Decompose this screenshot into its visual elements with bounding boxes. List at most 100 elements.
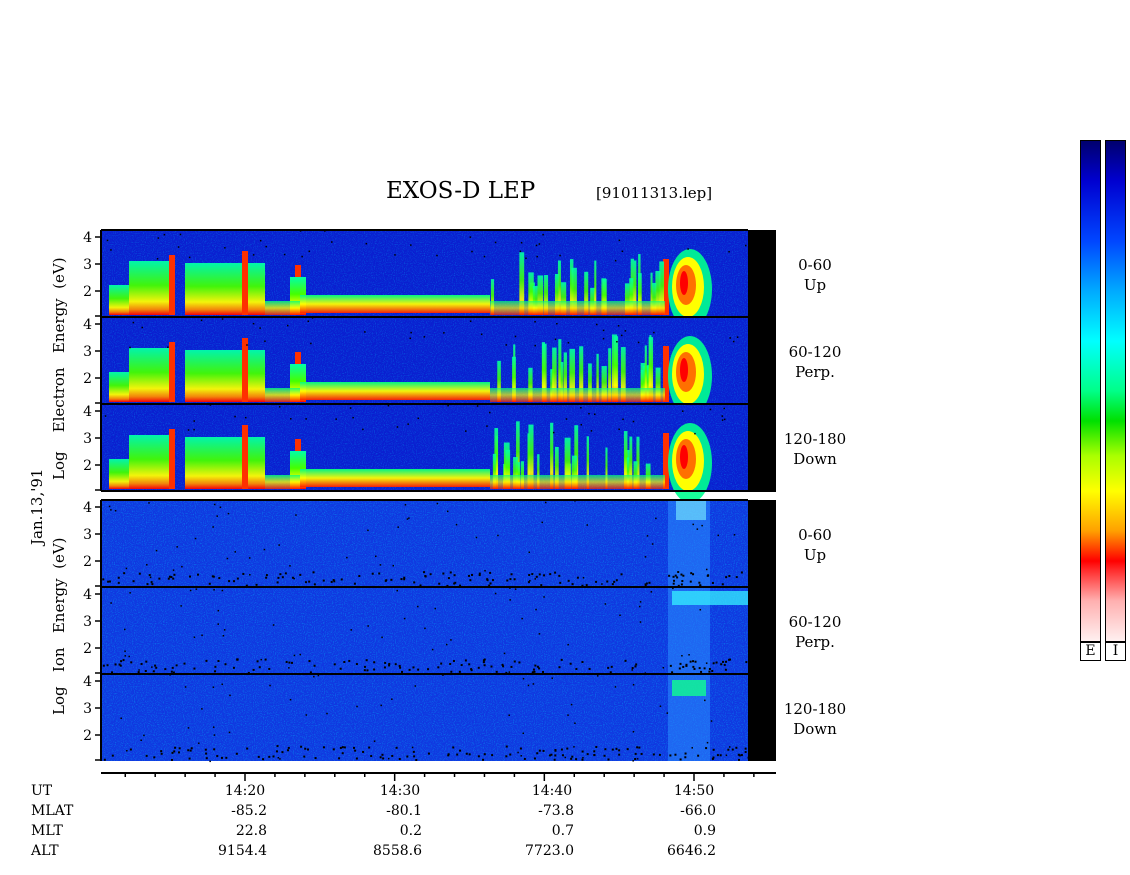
data-dropout	[708, 670, 711, 673]
y-tick-label: 4	[83, 587, 92, 603]
data-dropout	[417, 417, 420, 420]
y-tick-label: 3	[83, 614, 92, 630]
y-tick-label: 3	[83, 431, 92, 447]
data-dropout	[171, 751, 174, 754]
data-dropout	[213, 503, 216, 506]
data-dropout	[125, 567, 128, 570]
data-dropout	[212, 526, 214, 528]
ephemeris-value-alt: 6646.2	[667, 843, 716, 859]
data-dropout	[276, 581, 279, 584]
y-tick-label: 3	[83, 701, 92, 717]
data-dropout	[442, 572, 445, 575]
data-dropout	[538, 749, 541, 752]
data-dropout	[200, 319, 203, 322]
y-tick-label: 2	[83, 728, 92, 744]
data-dropout	[205, 757, 208, 760]
data-dropout	[536, 752, 539, 755]
data-dropout	[489, 411, 491, 414]
data-dropout	[277, 756, 280, 759]
data-dropout	[332, 579, 335, 582]
data-dropout	[458, 670, 461, 673]
panel-no-data	[748, 674, 776, 761]
data-dropout	[689, 580, 692, 583]
data-dropout	[723, 663, 726, 666]
data-dropout	[576, 576, 579, 579]
data-dropout	[106, 664, 109, 667]
data-dropout	[508, 714, 510, 716]
data-dropout	[149, 576, 152, 579]
data-dropout	[264, 340, 266, 342]
data-dropout	[738, 754, 741, 757]
data-dropout	[284, 572, 287, 575]
data-dropout	[303, 755, 306, 758]
data-dropout	[388, 662, 391, 665]
data-dropout	[242, 572, 245, 575]
data-dropout	[195, 588, 198, 590]
data-dropout	[152, 670, 155, 673]
data-dropout	[443, 332, 445, 334]
electron-colorbar	[1080, 140, 1101, 642]
data-dropout	[216, 515, 218, 517]
data-dropout	[697, 754, 700, 757]
electron-low-energy-band	[300, 469, 490, 487]
data-dropout	[653, 331, 655, 334]
data-dropout	[509, 753, 512, 756]
data-dropout	[236, 577, 239, 580]
direction-label: Perp.	[795, 633, 835, 651]
data-dropout	[126, 749, 128, 752]
data-dropout	[411, 746, 414, 749]
data-dropout	[744, 751, 747, 754]
data-dropout	[143, 734, 145, 737]
panel-no-data	[748, 500, 776, 587]
y-tick-label: 2	[83, 284, 92, 300]
data-dropout	[569, 662, 572, 665]
data-dropout	[536, 255, 538, 258]
data-dropout	[593, 753, 596, 756]
data-dropout	[602, 329, 605, 332]
data-dropout	[145, 660, 148, 663]
data-dropout	[187, 749, 190, 752]
data-dropout	[616, 340, 618, 343]
data-dropout	[174, 746, 177, 749]
data-dropout	[313, 675, 315, 678]
data-dropout	[614, 259, 617, 262]
data-dropout	[639, 601, 642, 603]
data-dropout	[450, 670, 453, 673]
data-dropout	[712, 748, 715, 751]
data-dropout	[520, 241, 523, 244]
panel-electron-down: 4 3 2 120-180 Down	[83, 403, 846, 503]
data-dropout	[431, 648, 434, 651]
data-dropout	[338, 757, 341, 760]
data-dropout	[556, 322, 558, 325]
data-dropout	[639, 621, 642, 623]
ion-label-log: Log	[50, 686, 68, 715]
data-dropout	[330, 580, 333, 583]
data-dropout	[383, 666, 386, 669]
data-dropout	[468, 574, 471, 577]
data-dropout	[287, 746, 290, 749]
data-dropout	[523, 757, 526, 760]
ephemeris-value-mlt: 0.2	[400, 823, 422, 839]
data-dropout	[453, 574, 456, 577]
electron-label-energy: Energy	[50, 298, 68, 354]
data-dropout	[607, 666, 610, 669]
data-dropout	[343, 661, 346, 664]
data-dropout	[669, 754, 672, 757]
data-dropout	[596, 675, 599, 677]
data-dropout	[308, 580, 311, 583]
ion-label-species: Ion	[50, 647, 68, 673]
data-dropout	[707, 574, 710, 577]
data-dropout	[637, 341, 640, 344]
data-dropout	[108, 505, 111, 508]
data-dropout	[187, 429, 190, 431]
data-dropout	[406, 518, 409, 520]
data-dropout	[719, 754, 722, 757]
data-dropout	[313, 664, 316, 667]
ephemeris-label-ut: UT	[31, 783, 53, 799]
data-dropout	[705, 747, 708, 750]
y-tick-label: 4	[83, 500, 92, 516]
data-dropout	[356, 705, 358, 708]
ion-beam	[672, 680, 706, 696]
direction-label: Down	[793, 450, 837, 468]
data-dropout	[227, 512, 230, 515]
